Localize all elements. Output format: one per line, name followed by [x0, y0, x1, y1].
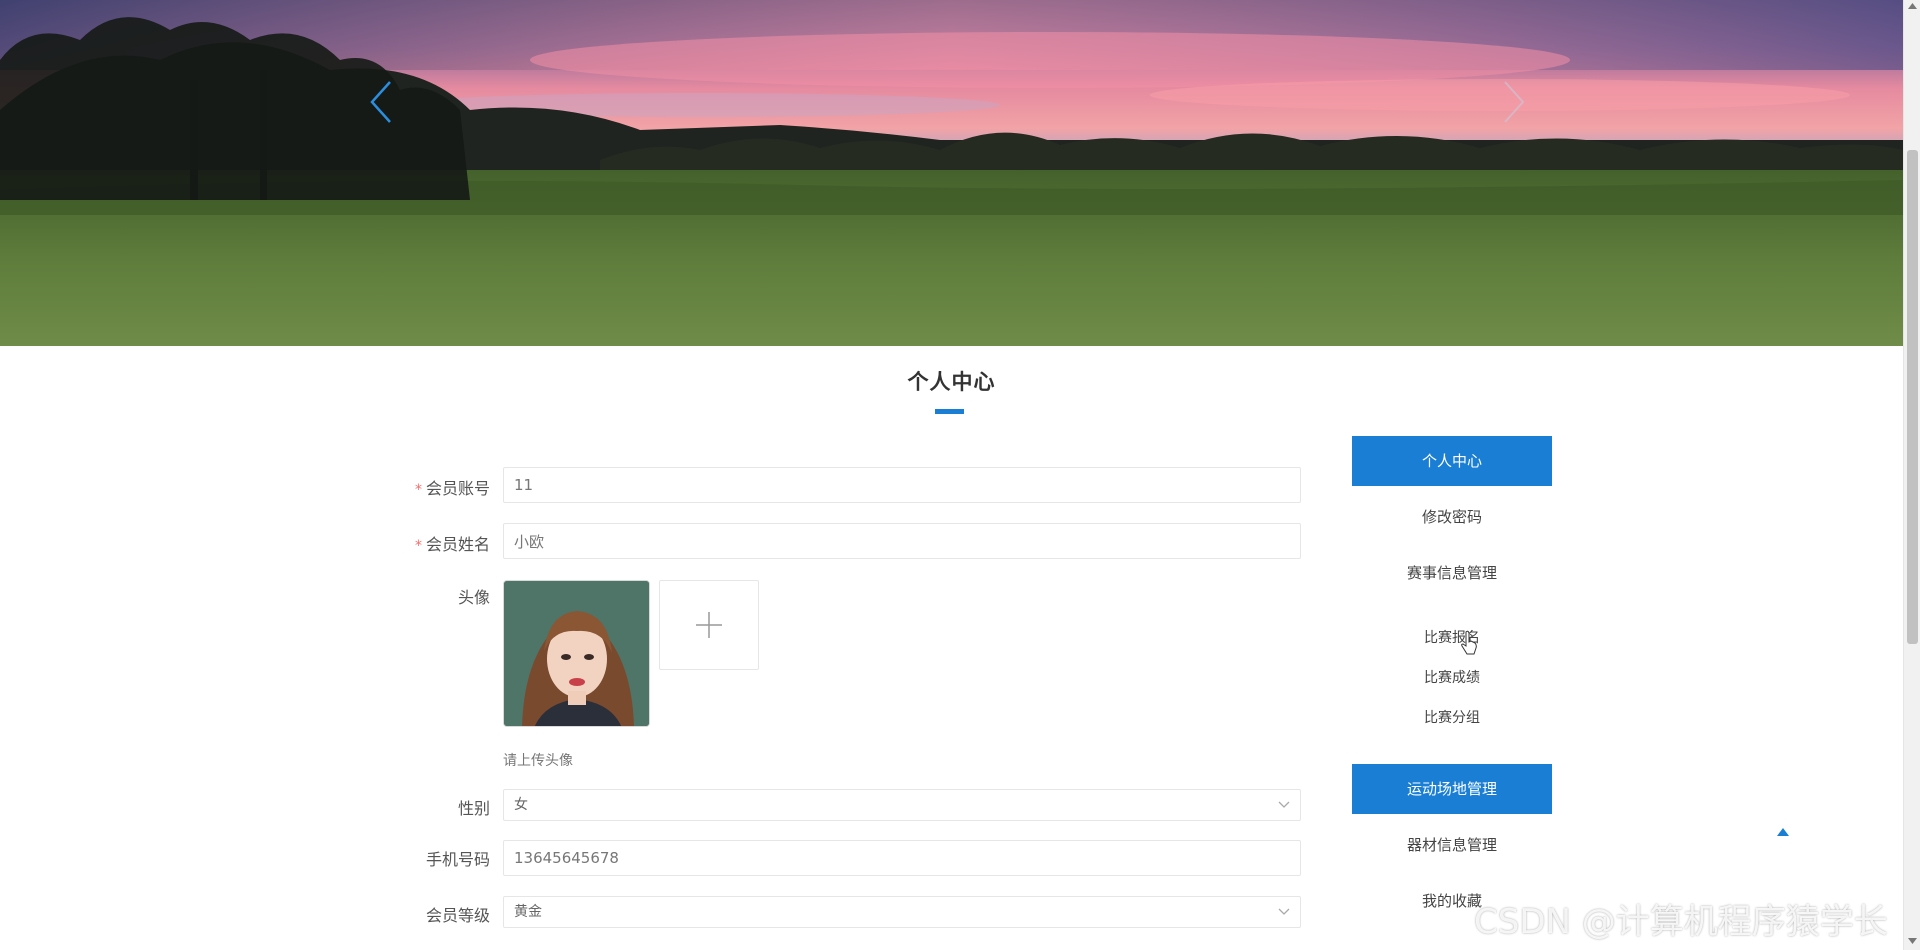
- menu-item-venue[interactable]: 运动场地管理: [1352, 764, 1552, 814]
- carousel-prev-button[interactable]: [370, 80, 400, 134]
- gender-select-value: 女: [514, 797, 528, 813]
- watermark: CSDN @计算机程序猿学长: [1474, 902, 1888, 942]
- menu-item-results[interactable]: 比赛成绩: [1352, 662, 1552, 694]
- menu-item-event-info[interactable]: 赛事信息管理: [1352, 548, 1552, 598]
- required-asterisk: *: [414, 538, 422, 554]
- plus-icon: [696, 612, 722, 638]
- back-to-top-icon[interactable]: [1776, 827, 1790, 837]
- scroll-up-arrow-icon[interactable]: [1908, 3, 1917, 9]
- banner-carousel: [0, 0, 1903, 346]
- form-row-avatar: 头像 请上传头像: [380, 580, 1301, 780]
- scroll-down-arrow-icon[interactable]: [1908, 938, 1917, 944]
- banner-landscape-image: [0, 0, 1903, 346]
- account-label: * 会员账号: [414, 479, 490, 498]
- page-scrollbar[interactable]: [1903, 0, 1920, 950]
- avatar-label: 头像: [457, 588, 490, 607]
- title-underline: [935, 409, 964, 414]
- phone-label: 手机号码: [425, 850, 490, 869]
- avatar-upload-hint: 请上传头像: [503, 753, 573, 769]
- chevron-left-icon: [370, 81, 391, 123]
- name-label: * 会员姓名: [414, 535, 490, 554]
- name-input[interactable]: [503, 523, 1301, 559]
- gender-select[interactable]: 女: [503, 789, 1301, 821]
- scrollbar-thumb[interactable]: [1907, 150, 1918, 644]
- menu-item-groups[interactable]: 比赛分组: [1352, 702, 1552, 734]
- required-asterisk: *: [414, 482, 422, 498]
- phone-input[interactable]: [503, 840, 1301, 876]
- menu-item-profile[interactable]: 个人中心: [1352, 436, 1552, 486]
- gender-label: 性别: [457, 799, 490, 818]
- level-select-value: 黄金: [514, 904, 542, 920]
- menu-item-change-password[interactable]: 修改密码: [1352, 492, 1552, 542]
- page-title: 个人中心: [907, 370, 996, 394]
- account-input[interactable]: [503, 467, 1301, 503]
- menu-item-registration[interactable]: 比赛报名: [1352, 622, 1552, 654]
- level-label: 会员等级: [425, 906, 490, 925]
- avatar[interactable]: [503, 580, 650, 727]
- avatar-upload-button[interactable]: [659, 580, 759, 670]
- avatar-photo: [504, 581, 649, 726]
- level-select[interactable]: 黄金: [503, 896, 1301, 928]
- chevron-down-icon: [1278, 801, 1290, 808]
- carousel-next-button[interactable]: [1503, 80, 1533, 134]
- menu-item-equipment[interactable]: 器材信息管理: [1352, 820, 1552, 870]
- chevron-down-icon: [1278, 908, 1290, 915]
- chevron-right-icon: [1504, 81, 1525, 123]
